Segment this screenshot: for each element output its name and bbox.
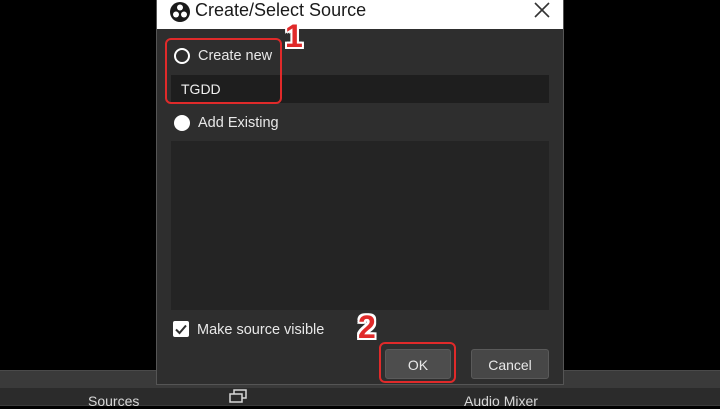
close-icon[interactable]	[529, 0, 555, 23]
sources-dock-title: Sources	[88, 393, 140, 409]
existing-sources-list[interactable]	[171, 141, 549, 310]
cancel-button[interactable]: Cancel	[471, 349, 549, 379]
make-visible-checkbox[interactable]	[173, 321, 189, 337]
add-existing-label[interactable]: Add Existing	[198, 114, 279, 132]
add-existing-radio[interactable]	[174, 115, 190, 131]
dialog-titlebar: Create/Select Source	[157, 0, 563, 29]
dialog-title: Create/Select Source	[195, 0, 367, 20]
make-visible-label[interactable]: Make source visible	[197, 321, 324, 339]
audio-mixer-dock-title: Audio Mixer	[464, 393, 538, 409]
step1-number: 1	[285, 18, 303, 54]
dock-window-icon[interactable]	[228, 389, 248, 403]
checkmark-icon	[175, 324, 187, 335]
step2-highlight	[379, 342, 456, 383]
obs-logo-icon	[170, 2, 190, 22]
step2-number: 2	[358, 309, 376, 345]
step1-highlight	[165, 38, 282, 104]
